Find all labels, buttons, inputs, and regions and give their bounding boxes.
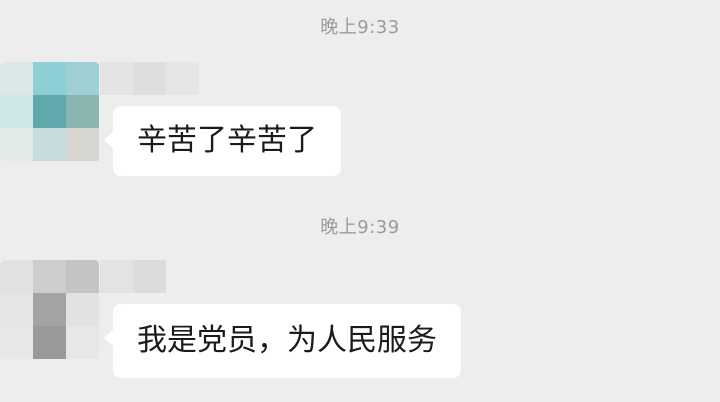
message-timestamp: 晚上9:39 bbox=[320, 217, 400, 238]
pixelated-avatar-icon[interactable] bbox=[0, 62, 100, 162]
avatar-blur-strip bbox=[133, 260, 166, 293]
avatar-blur-strip bbox=[100, 260, 133, 293]
message-timestamp: 晚上9:33 bbox=[320, 17, 400, 38]
bubble-tail bbox=[104, 329, 114, 347]
bubble-tail bbox=[104, 131, 114, 149]
avatar-blur-strip bbox=[166, 62, 199, 95]
message-text: 辛苦了辛苦了 bbox=[137, 123, 317, 158]
avatar-blur-strip bbox=[133, 62, 166, 95]
message-bubble[interactable]: 辛苦了辛苦了 bbox=[104, 106, 341, 176]
chat-window: 晚上9:33 辛苦了辛苦了 晚上9:39 我是党员，为人民服务 bbox=[0, 0, 720, 402]
pixelated-avatar-icon[interactable] bbox=[0, 260, 100, 360]
avatar-blur-strip bbox=[100, 62, 133, 95]
message-text: 我是党员，为人民服务 bbox=[137, 323, 437, 358]
message-bubble[interactable]: 我是党员，为人民服务 bbox=[104, 304, 461, 378]
